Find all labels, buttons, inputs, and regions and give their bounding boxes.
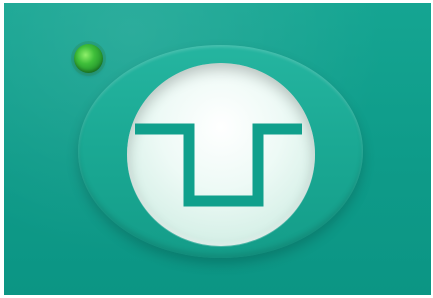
round-push-button[interactable] [127,63,315,246]
power-led-icon [74,44,103,73]
